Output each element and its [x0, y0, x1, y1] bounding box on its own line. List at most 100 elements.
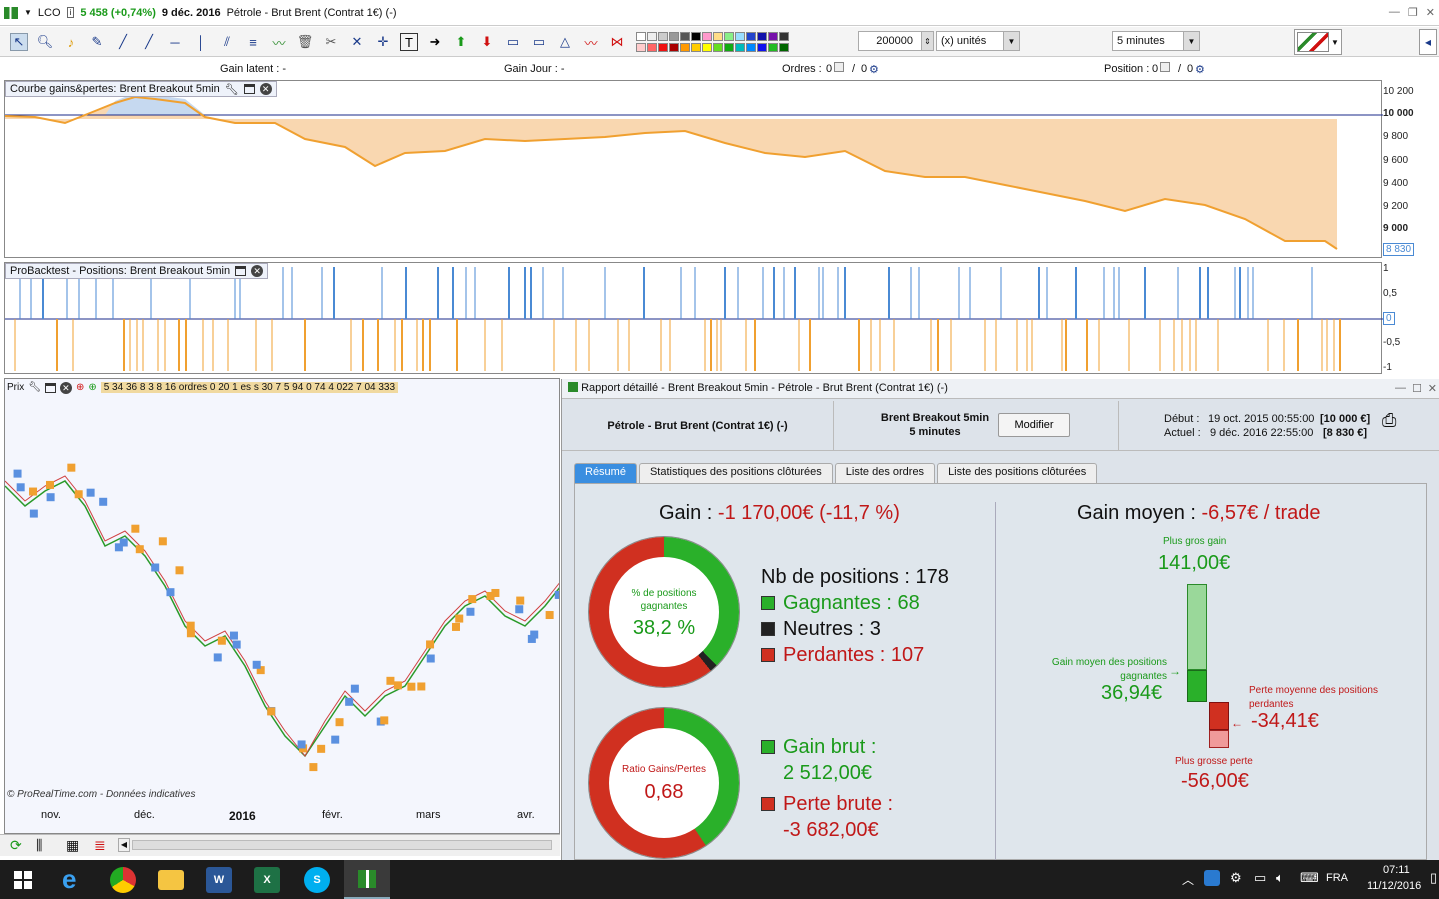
network-sync-icon[interactable] — [1204, 870, 1220, 886]
alarm-icon[interactable]: ♪ — [62, 33, 80, 51]
add-indicator-icon[interactable]: ⊕ — [76, 382, 84, 393]
price-xtick: mars — [416, 809, 441, 821]
crosshair-icon[interactable]: ✛ — [374, 33, 392, 51]
horizontal-scrollbar[interactable] — [132, 840, 552, 850]
window-icon[interactable] — [235, 266, 247, 276]
file-explorer-icon[interactable] — [158, 870, 184, 890]
line-icon[interactable]: ╱ — [140, 33, 158, 51]
trade-marker — [186, 621, 195, 630]
units-select[interactable]: (x) unités ▼ — [936, 31, 1020, 51]
positions-list-icon[interactable] — [1160, 62, 1170, 72]
position-count-b[interactable]: 0 — [1187, 63, 1193, 75]
modify-button[interactable]: Modifier — [998, 413, 1070, 437]
triangle-icon[interactable]: △ — [556, 33, 574, 51]
chrome-icon[interactable] — [110, 867, 136, 893]
price-panel[interactable]: Prix 🔧︎ ✕ ⊕ ⊕ 5 34 36 8 3 8 16 ordres 0 … — [4, 378, 560, 834]
pointer-icon[interactable]: ↖ — [10, 33, 28, 51]
orders-list-icon[interactable] — [834, 62, 844, 72]
symbol-dropdown-icon[interactable]: ▼ — [24, 8, 32, 17]
price-xtick: avr. — [517, 809, 535, 821]
trash-icon[interactable]: 🗑︎ — [296, 33, 314, 51]
timeframe-select[interactable]: 5 minutes ▼ — [1112, 31, 1200, 51]
arrow-left-icon: ← — [1231, 716, 1243, 730]
trade-marker — [158, 537, 167, 546]
segment-icon[interactable]: ╱ — [114, 33, 132, 51]
cross-icon[interactable]: ✕ — [348, 33, 366, 51]
positions-panel-title: ProBacktest - Positions: Brent Breakout … — [10, 265, 231, 277]
side-panel-icon[interactable]: ◂ — [1419, 29, 1437, 55]
quantity-field[interactable]: 200000 ⇕ — [858, 31, 934, 51]
hline-icon[interactable]: ─ — [166, 33, 184, 51]
word-icon[interactable]: W — [206, 867, 232, 893]
positions-panel[interactable]: ProBacktest - Positions: Brent Breakout … — [4, 262, 1383, 374]
tab-liste-ordres[interactable]: Liste des ordres — [834, 463, 936, 483]
ordres-count-a[interactable]: 0 — [826, 63, 832, 75]
ruler-icon[interactable]: ✎ — [88, 33, 106, 51]
window-icon[interactable] — [44, 382, 56, 393]
zoom-icon[interactable]: 🔍︎ — [36, 33, 54, 51]
notifications-icon[interactable]: ▯ — [1430, 870, 1437, 886]
printer-icon[interactable]: ⎙ — [1382, 411, 1396, 429]
tools-icon[interactable]: ✂ — [322, 33, 340, 51]
close-panel-icon[interactable]: ✕ — [259, 83, 272, 95]
bars-icon[interactable]: ≣ — [94, 837, 106, 854]
close-icon[interactable]: ✕ — [1428, 382, 1437, 395]
window-icon[interactable] — [243, 84, 255, 94]
indicator-button[interactable]: ▼ — [1294, 29, 1342, 55]
trend-icon[interactable]: 〰 — [270, 33, 288, 51]
rectangle2-icon[interactable]: ▭ — [530, 33, 548, 51]
windows-start-icon[interactable] — [14, 871, 32, 889]
rectangle-icon[interactable]: ▭ — [504, 33, 522, 51]
info-icon[interactable]: i — [66, 7, 75, 18]
color-palette[interactable] — [636, 32, 789, 54]
channel-icon[interactable]: ⫽ — [218, 33, 236, 51]
orders-settings-icon[interactable]: ⚙ — [869, 63, 879, 76]
tab-statistiques[interactable]: Statistiques des positions clôturées — [638, 463, 833, 483]
close-panel-icon[interactable]: ✕ — [251, 265, 264, 277]
symbol-label[interactable]: LCO — [38, 7, 61, 19]
close-panel-icon[interactable]: ✕ — [59, 381, 72, 394]
minimize-icon[interactable]: — — [1395, 382, 1406, 394]
restore-icon[interactable]: ❐ — [1408, 6, 1418, 19]
fibo-icon[interactable]: ≡ — [244, 33, 262, 51]
vline-icon[interactable]: │ — [192, 33, 210, 51]
arrow-right-icon[interactable]: ➜ — [426, 33, 444, 51]
settings-tray-icon[interactable]: ⚙ — [1230, 870, 1242, 886]
text-icon[interactable]: T — [400, 33, 418, 51]
quantity-spinner-icon[interactable]: ⇕ — [921, 32, 933, 50]
keyboard-icon[interactable]: ⌨ — [1300, 870, 1319, 886]
chart-nav-icon[interactable]: ⟳ — [10, 837, 22, 854]
arrow-up-green-icon[interactable]: ⬆ — [452, 33, 470, 51]
tab-resume[interactable]: Résumé — [574, 463, 637, 483]
scroll-left-icon[interactable]: ◀ — [118, 838, 130, 852]
table-icon[interactable]: ▦ — [66, 837, 79, 854]
arrow-down-red-icon[interactable]: ⬇ — [478, 33, 496, 51]
tab-liste-positions[interactable]: Liste des positions clôturées — [937, 463, 1098, 483]
chevron-down-icon[interactable]: ▼ — [1183, 32, 1199, 50]
wrench-icon[interactable]: 🔧︎ — [28, 382, 41, 393]
prorealtime-taskbar-button[interactable] — [344, 860, 390, 899]
wave-icon[interactable]: 〰 — [582, 33, 600, 51]
equity-curve-panel[interactable]: Courbe gains&pertes: Brent Breakout 5min… — [4, 80, 1383, 258]
maximize-icon[interactable]: ☐ — [1412, 382, 1422, 395]
clock-date[interactable]: 11/12/2016 — [1367, 880, 1421, 892]
ordres-count-b[interactable]: 0 — [861, 63, 867, 75]
language-indicator[interactable]: FRA — [1326, 872, 1348, 884]
minimize-icon[interactable]: — — [1389, 6, 1400, 19]
clock-time[interactable]: 07:11 — [1383, 864, 1410, 876]
add-order-icon[interactable]: ⊕ — [88, 382, 96, 393]
close-icon[interactable]: ✕ — [1426, 6, 1435, 19]
indicators-icon[interactable]: ⫼ — [36, 837, 42, 854]
skype-icon[interactable]: S — [304, 867, 330, 893]
pattern-icon[interactable]: ⋈ — [608, 33, 626, 51]
volume-icon[interactable]: 🔈︎ — [1276, 870, 1284, 886]
network-icon[interactable]: ▭ — [1254, 870, 1266, 886]
chevron-down-icon[interactable]: ▼ — [1003, 32, 1019, 50]
position-count-a[interactable]: 0 — [1152, 63, 1158, 75]
excel-icon[interactable]: X — [254, 867, 280, 893]
report-system: Brent Breakout 5min — [880, 412, 990, 424]
wrench-icon[interactable]: 🔧︎ — [225, 83, 239, 96]
positions-settings-icon[interactable]: ⚙ — [1195, 63, 1205, 76]
internet-explorer-icon[interactable]: e — [62, 866, 88, 893]
chevron-up-icon[interactable]: ︿ — [1182, 871, 1194, 888]
